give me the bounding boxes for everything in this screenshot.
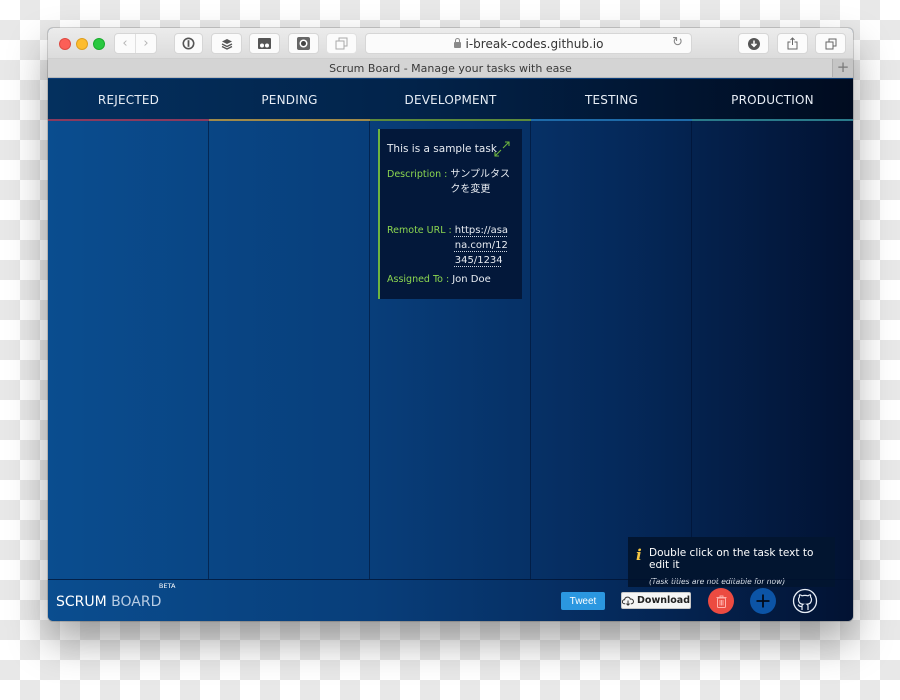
trash-icon: [716, 595, 726, 608]
task-description[interactable]: サンプルタスクを変更: [450, 167, 514, 197]
browser-toolbar: ‹ › i-break-codes.github.io ↻: [48, 28, 853, 59]
cloud-download-icon: [622, 596, 634, 606]
tab-bar: Scrum Board - Manage your tasks with eas…: [48, 59, 853, 78]
address-bar[interactable]: i-break-codes.github.io ↻: [365, 33, 692, 54]
delete-task-button[interactable]: [708, 588, 734, 614]
beta-badge: BETA: [158, 581, 176, 590]
column-testing[interactable]: [531, 121, 692, 579]
lock-icon: [453, 37, 461, 48]
pocket-icon: [258, 38, 271, 49]
back-icon[interactable]: ‹: [115, 34, 135, 53]
column-rejected[interactable]: [48, 121, 209, 579]
onepassword-button[interactable]: [174, 33, 203, 54]
new-tab-button[interactable]: +: [832, 59, 853, 77]
download-icon: [747, 37, 760, 50]
url-text: i-break-codes.github.io: [465, 36, 604, 51]
tweet-button[interactable]: Tweet: [561, 592, 605, 610]
column-pending[interactable]: [209, 121, 370, 579]
column-header-pending: PENDING: [209, 79, 370, 121]
column-production[interactable]: [692, 121, 853, 579]
reload-icon[interactable]: ↻: [672, 35, 683, 50]
column-header-development: DEVELOPMENT: [370, 79, 531, 121]
column-header-testing: TESTING: [531, 79, 692, 121]
onepassword-icon: [182, 37, 195, 50]
task-card[interactable]: This is a sample task Description : サンプル…: [378, 129, 522, 299]
download-button[interactable]: Download: [621, 592, 691, 609]
tabs-icon: [335, 37, 348, 50]
browser-window: ‹ › i-break-codes.github.io ↻ Scrum Boar…: [48, 28, 853, 621]
scrum-board-app: REJECTED PENDING DEVELOPMENT TESTING PRO…: [48, 79, 853, 621]
active-tab-title[interactable]: Scrum Board - Manage your tasks with eas…: [329, 62, 572, 75]
buffer-icon: [221, 38, 232, 50]
share-button[interactable]: [777, 33, 808, 54]
duplicate-tab-icon: [825, 38, 836, 49]
zoom-window-button[interactable]: [93, 38, 105, 50]
task-assignee[interactable]: Jon Doe: [452, 272, 491, 287]
github-icon: [792, 588, 818, 614]
minimize-window-button[interactable]: [76, 38, 88, 50]
task-url-row: Remote URL : https://asana.com/12345/123…: [387, 223, 514, 268]
screenshot-icon: [297, 37, 310, 50]
github-link[interactable]: [792, 588, 818, 614]
brand-primary: SCRUM: [56, 593, 107, 610]
close-window-button[interactable]: [59, 38, 71, 50]
download-label: Download: [637, 595, 690, 606]
share-icon: [787, 37, 798, 50]
screenshot-button[interactable]: [288, 33, 319, 54]
nav-buttons: ‹ ›: [114, 33, 157, 54]
pocket-button[interactable]: [249, 33, 280, 54]
show-tabs-button[interactable]: [815, 33, 846, 54]
task-assignee-row: Assigned To : Jon Doe: [387, 272, 514, 287]
add-task-button[interactable]: [750, 588, 776, 614]
assigned-to-label: Assigned To :: [387, 274, 450, 285]
brand-secondary: BOARD: [111, 593, 162, 610]
column-header-production: PRODUCTION: [692, 79, 853, 121]
remote-url-label: Remote URL :: [387, 225, 452, 236]
info-icon: i: [636, 546, 642, 564]
board-columns: This is a sample task Description : サンプル…: [48, 121, 853, 587]
board-header: REJECTED PENDING DEVELOPMENT TESTING PRO…: [48, 79, 853, 121]
task-remote-url[interactable]: https://asana.com/12345/1234: [455, 223, 514, 268]
description-label: Description :: [387, 169, 448, 180]
hint-text: Double click on the task text to edit it: [649, 547, 814, 571]
plus-icon: [756, 594, 770, 608]
downloads-button[interactable]: [738, 33, 769, 54]
buffer-button[interactable]: [211, 33, 242, 54]
column-header-rejected: REJECTED: [48, 79, 209, 121]
board-footer: SCRUM BOARD BETA Tweet Download: [48, 579, 853, 621]
forward-icon[interactable]: ›: [135, 34, 156, 53]
column-development[interactable]: This is a sample task Description : サンプル…: [370, 121, 531, 579]
task-description-row: Description : サンプルタスクを変更: [387, 167, 514, 197]
tabs-button[interactable]: [326, 33, 357, 54]
app-logo: SCRUM BOARD BETA: [56, 582, 175, 610]
expand-icon[interactable]: [494, 141, 510, 157]
